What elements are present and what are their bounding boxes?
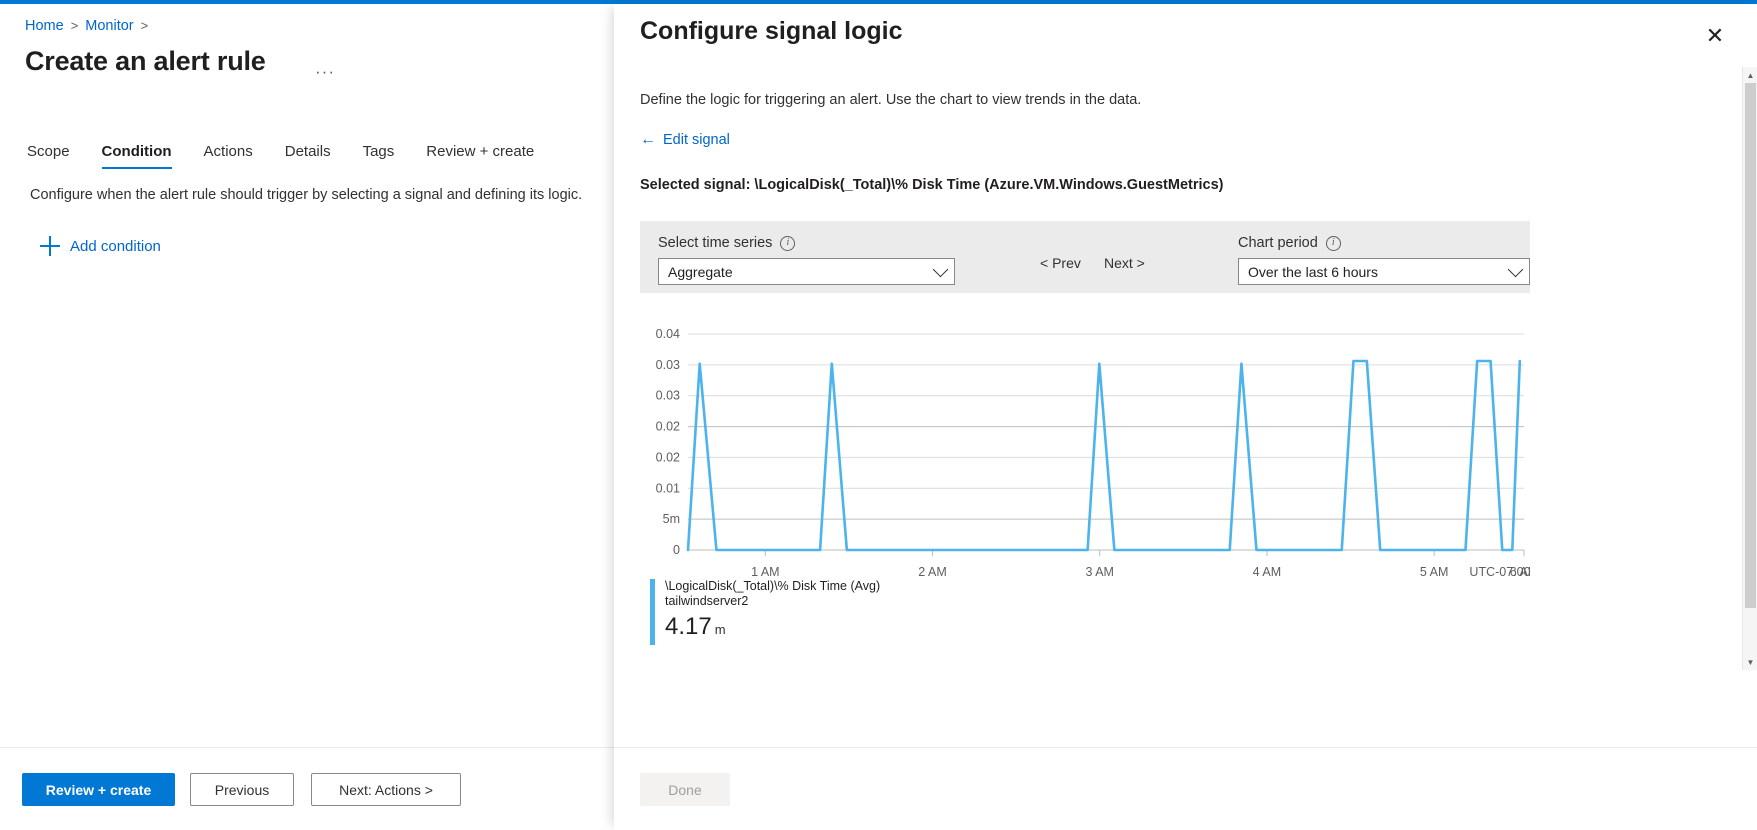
legend-value-unit: m [714, 622, 726, 637]
time-series-dropdown[interactable]: Aggregate [658, 258, 955, 285]
svg-text:2 AM: 2 AM [918, 565, 947, 579]
chart-series-lines [686, 359, 1522, 552]
legend-text-block: \LogicalDisk(_Total)\% Disk Time (Avg) t… [665, 579, 880, 645]
svg-text:5m: 5m [663, 512, 680, 526]
svg-text:0.01: 0.01 [656, 481, 680, 495]
scrollbar-thumb[interactable] [1745, 83, 1756, 608]
svg-text:3 AM: 3 AM [1085, 565, 1114, 579]
tab-actions[interactable]: Actions [204, 143, 253, 169]
previous-button[interactable]: Previous [190, 773, 294, 806]
done-button[interactable]: Done [640, 773, 730, 806]
breadcrumb: Home > Monitor > [25, 18, 155, 34]
chart-x-axis-labels: 1 AM2 AM3 AM4 AM5 AM6 AM [751, 565, 1530, 579]
selected-signal-text: Selected signal: \LogicalDisk(_Total)\% … [640, 177, 1224, 193]
chart-legend: \LogicalDisk(_Total)\% Disk Time (Avg) t… [650, 579, 880, 645]
blade-footer: Done [614, 747, 1757, 830]
tab-tags[interactable]: Tags [363, 143, 395, 169]
condition-description: Configure when the alert rule should tri… [30, 187, 583, 203]
select-time-series-label-text: Select time series [658, 235, 773, 251]
svg-text:0.02: 0.02 [656, 450, 680, 464]
azure-portal-screen: Home > Monitor > Create an alert rule ··· S… [0, 0, 1757, 830]
scroll-down-icon[interactable]: ▼ [1743, 654, 1757, 670]
legend-value: 4.17 m [665, 612, 880, 645]
chart-period-label: Chart period i [1238, 235, 1341, 251]
edit-signal-label: Edit signal [663, 132, 730, 148]
next-actions-button[interactable]: Next: Actions > [311, 773, 461, 806]
more-options-button[interactable]: ··· [315, 62, 335, 82]
chevron-down-icon [1507, 261, 1524, 278]
plus-icon [40, 236, 60, 256]
tab-condition[interactable]: Condition [101, 143, 172, 169]
legend-metric-name: \LogicalDisk(_Total)\% Disk Time (Avg) [665, 579, 881, 593]
close-icon[interactable]: ✕ [1701, 22, 1729, 50]
chevron-down-icon [932, 261, 949, 278]
create-alert-rule-panel: Home > Monitor > Create an alert rule ··· S… [0, 4, 688, 830]
legend-value-number: 4.17 [665, 613, 712, 640]
prev-series-button[interactable]: < Prev [1040, 255, 1081, 271]
breadcrumb-home[interactable]: Home [25, 18, 64, 34]
next-series-button[interactable]: Next > [1104, 255, 1145, 271]
wizard-footer: Review + create Previous Next: Actions > [0, 747, 688, 830]
svg-text:4 AM: 4 AM [1253, 565, 1282, 579]
metric-chart-svg: 0.04 0.03 0.03 0.02 0.02 0.01 5m 0 1 AM 2 AM 3 AM… [656, 327, 1530, 579]
legend-resource-name: tailwindserver2 [665, 594, 749, 608]
chart-y-axis-labels: 0.04 0.03 0.03 0.02 0.02 0.01 5m 0 [656, 327, 680, 557]
tab-details[interactable]: Details [285, 143, 331, 169]
chart-period-label-text: Chart period [1238, 235, 1318, 251]
wizard-tabs: Scope Condition Actions Details Tags Rev… [27, 143, 566, 169]
svg-text:0.03: 0.03 [656, 389, 680, 403]
time-series-dropdown-value: Aggregate [668, 263, 733, 280]
info-icon-time-series[interactable]: i [780, 235, 796, 251]
svg-text:0: 0 [673, 543, 680, 557]
chart-controls: Select time series i Aggregate < Prev Ne… [640, 221, 1530, 293]
blade-title: Configure signal logic [640, 17, 903, 45]
scroll-up-icon[interactable]: ▲ [1743, 67, 1757, 83]
info-icon-chart-period[interactable]: i [1325, 235, 1341, 251]
arrow-left-icon: ← [640, 131, 656, 148]
configure-signal-logic-blade: Configure signal logic ✕ Define the logi… [614, 4, 1757, 830]
add-condition-button[interactable]: Add condition [40, 236, 161, 256]
select-time-series-label: Select time series i [658, 235, 796, 251]
edit-signal-link[interactable]: ← Edit signal [640, 131, 730, 149]
add-condition-label: Add condition [70, 237, 161, 255]
chart-timezone-label: UTC-07:00 [1469, 565, 1530, 579]
chart-period-dropdown[interactable]: Over the last 6 hours [1238, 258, 1530, 285]
breadcrumb-separator-1: > [70, 18, 79, 33]
svg-text:1 AM: 1 AM [751, 565, 780, 579]
blade-scrollbar[interactable]: ▲ ▼ [1742, 67, 1757, 670]
svg-text:5 AM: 5 AM [1420, 565, 1449, 579]
tab-review-create[interactable]: Review + create [426, 143, 534, 169]
svg-text:0.03: 0.03 [656, 358, 680, 372]
chart-period-dropdown-value: Over the last 6 hours [1248, 263, 1378, 280]
svg-text:0.02: 0.02 [656, 420, 680, 434]
breadcrumb-monitor[interactable]: Monitor [85, 18, 133, 34]
legend-color-swatch [650, 579, 655, 645]
blade-description: Define the logic for triggering an alert… [640, 92, 1142, 108]
breadcrumb-separator-2: > [140, 18, 149, 33]
page-title: Create an alert rule [25, 46, 266, 76]
svg-text:0.04: 0.04 [656, 327, 680, 341]
tab-scope[interactable]: Scope [27, 143, 70, 169]
review-create-button[interactable]: Review + create [22, 773, 175, 806]
